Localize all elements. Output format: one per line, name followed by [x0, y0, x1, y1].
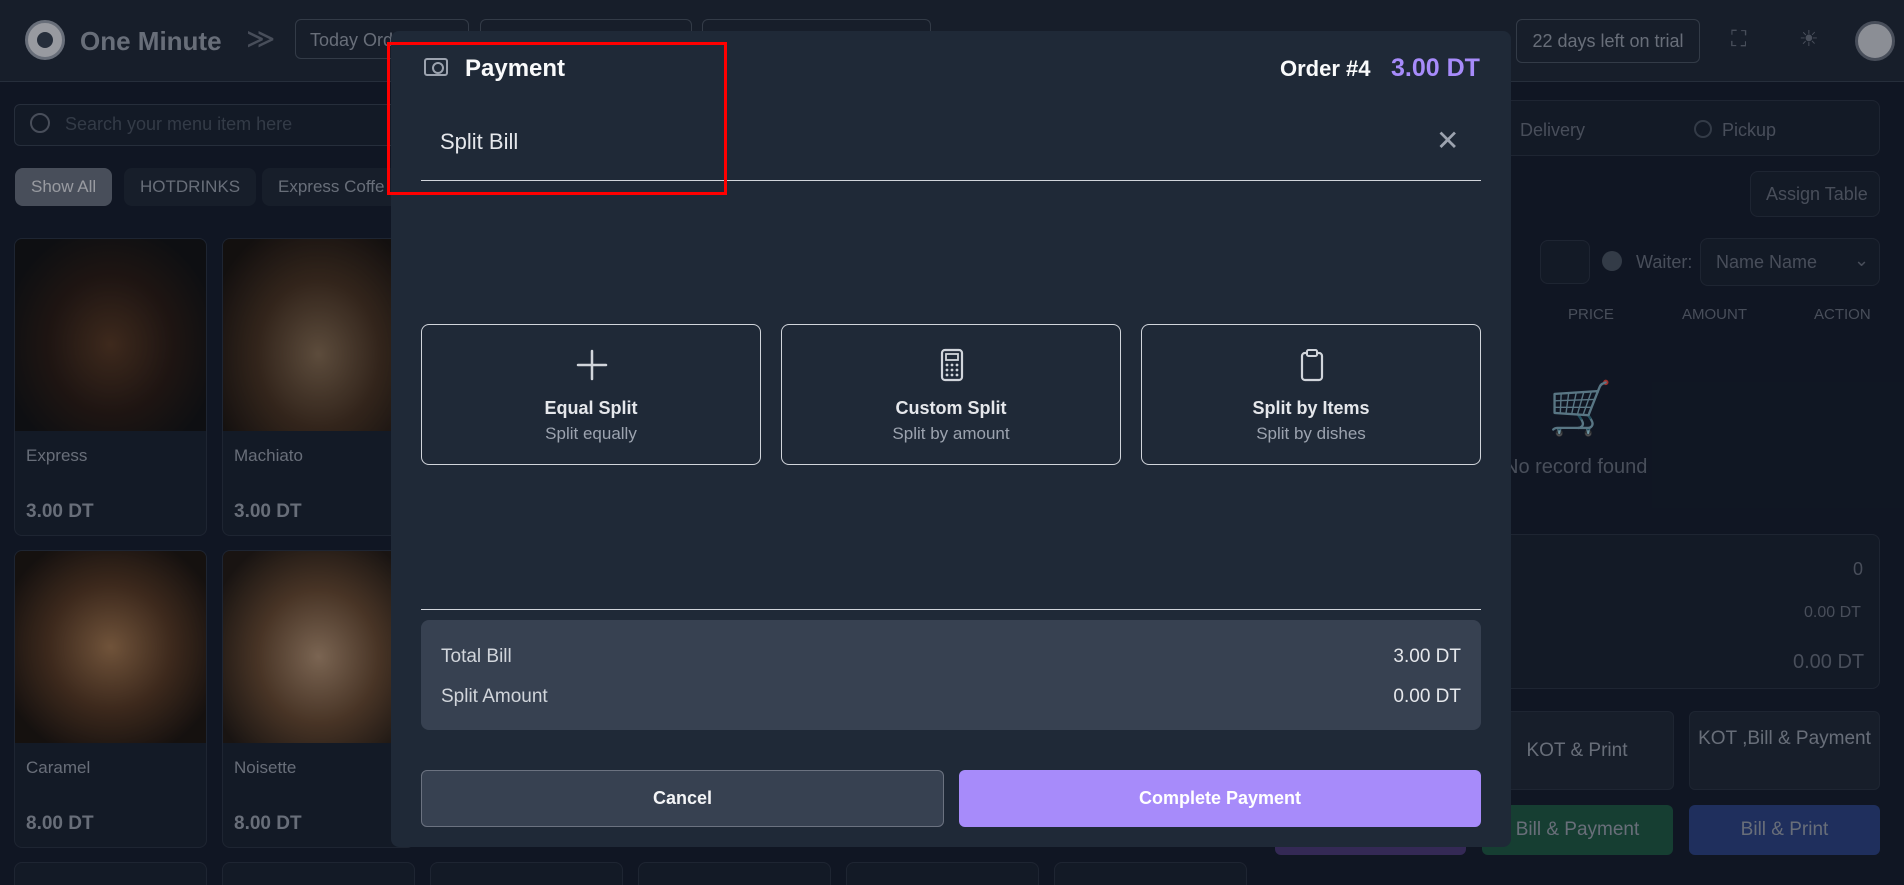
option-title: Equal Split [544, 398, 638, 418]
close-icon[interactable]: ✕ [1436, 127, 1459, 155]
calculator-icon [940, 348, 964, 382]
option-subtitle: Split equally [545, 424, 637, 443]
equal-split-option[interactable]: Equal Split Split equally [421, 324, 761, 465]
order-number: Order #4 [1280, 56, 1371, 81]
summary-divider [421, 609, 1481, 610]
option-title: Custom Split [895, 398, 1007, 418]
total-bill-label: Total Bill [441, 646, 512, 667]
split-amount-label: Split Amount [441, 686, 548, 707]
plus-icon [576, 349, 608, 381]
clipboard-icon [1300, 349, 1324, 382]
split-by-items-option[interactable]: Split by Items Split by dishes [1141, 324, 1481, 465]
option-title: Split by Items [1252, 398, 1370, 418]
split-amount-value: 0.00 DT [1393, 686, 1461, 707]
option-subtitle: Split by amount [892, 424, 1010, 443]
bill-summary: Total Bill 3.00 DT Split Amount 0.00 DT [421, 620, 1481, 730]
order-amount: 3.00 DT [1391, 54, 1480, 82]
annotation-highlight-box [387, 42, 727, 195]
custom-split-option[interactable]: Custom Split Split by amount [781, 324, 1121, 465]
cancel-button[interactable]: Cancel [421, 770, 944, 827]
complete-payment-button[interactable]: Complete Payment [959, 770, 1481, 827]
total-bill-value: 3.00 DT [1393, 646, 1461, 667]
option-subtitle: Split by dishes [1256, 424, 1366, 443]
